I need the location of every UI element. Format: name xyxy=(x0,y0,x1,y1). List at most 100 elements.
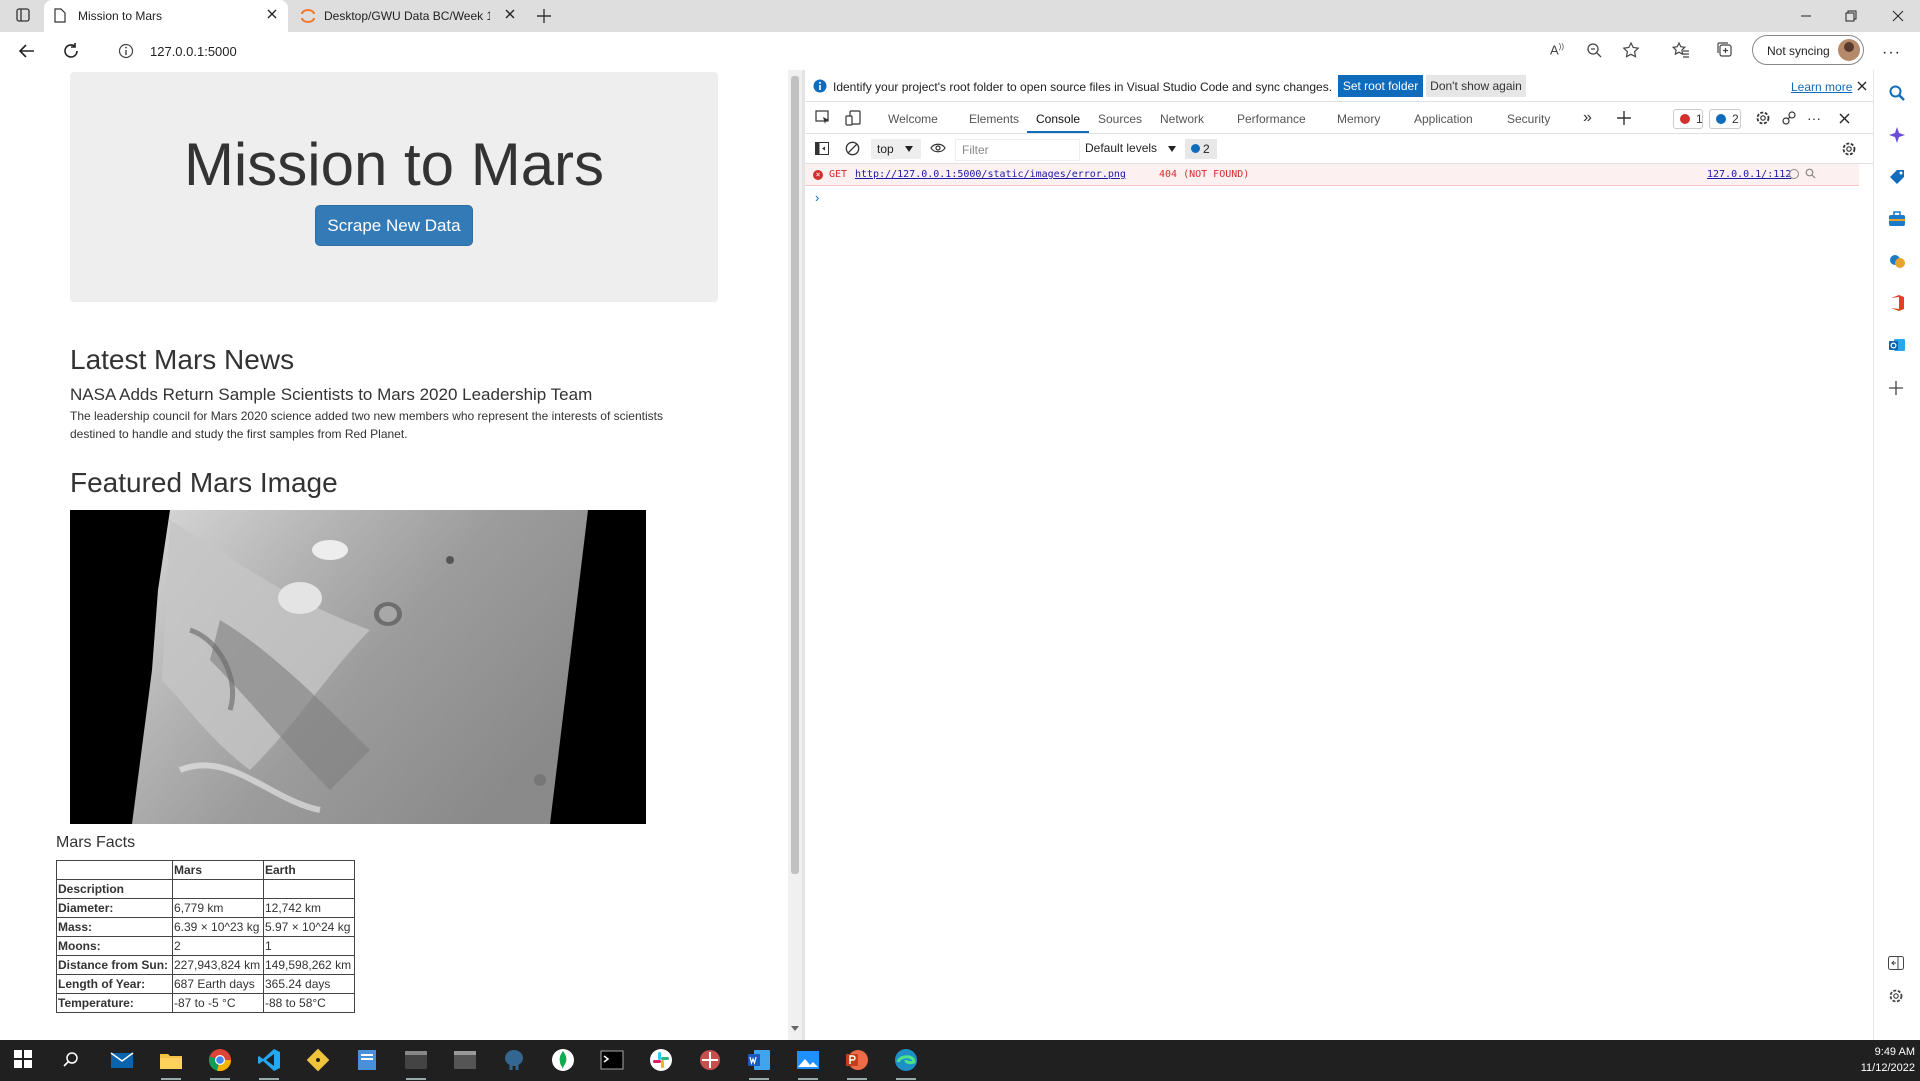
issues-button[interactable]: 2 xyxy=(1185,139,1217,159)
console-scrollbar[interactable] xyxy=(1859,164,1873,1040)
learn-more-link[interactable]: Learn more xyxy=(1791,80,1852,94)
source-location-link[interactable]: 127.0.0.1/:112 xyxy=(1707,169,1791,180)
window-icon[interactable] xyxy=(453,1048,477,1072)
context-select[interactable]: top xyxy=(871,139,921,159)
zoom-icon[interactable] xyxy=(1586,42,1602,58)
more-icon[interactable]: ··· xyxy=(1882,44,1901,62)
tab-welcome[interactable]: Welcome xyxy=(888,112,938,126)
sync-button[interactable]: Not syncing xyxy=(1752,35,1864,65)
close-infobar-icon[interactable] xyxy=(1857,81,1867,91)
tab-console[interactable]: Console xyxy=(1036,112,1080,126)
tab-performance[interactable]: Performance xyxy=(1237,112,1306,126)
close-window-icon[interactable] xyxy=(1892,10,1904,22)
photos-icon[interactable] xyxy=(796,1048,820,1080)
close-devtools-icon[interactable] xyxy=(1839,113,1850,124)
tab-memory[interactable]: Memory xyxy=(1337,112,1380,126)
add-sidebar-icon[interactable] xyxy=(1888,380,1904,396)
issue-count-badge[interactable]: 2 xyxy=(1709,109,1741,129)
tab-network[interactable]: Network xyxy=(1160,112,1204,126)
back-icon[interactable] xyxy=(18,42,36,60)
close-tab-icon[interactable] xyxy=(504,8,516,20)
postgres-icon[interactable] xyxy=(502,1048,526,1072)
info-icon[interactable] xyxy=(118,43,134,59)
terminal-icon[interactable] xyxy=(404,1048,428,1080)
git-icon[interactable] xyxy=(306,1048,330,1072)
request-url-link[interactable]: http://127.0.0.1:5000/static/images/erro… xyxy=(855,169,1126,180)
minimize-icon[interactable] xyxy=(1800,10,1812,22)
status-text: 404 (NOT FOUND) xyxy=(1159,169,1250,180)
network-request-icon[interactable] xyxy=(1789,169,1799,179)
search-icon[interactable] xyxy=(1888,84,1906,102)
office-icon[interactable] xyxy=(1888,294,1906,312)
set-root-folder-button[interactable]: Set root folder xyxy=(1338,75,1423,97)
page-scrollbar[interactable] xyxy=(788,70,802,1040)
shopping-tag-icon[interactable] xyxy=(1888,168,1906,186)
scrape-button[interactable]: Scrape New Data xyxy=(315,205,473,246)
sparkle-icon[interactable] xyxy=(1888,126,1906,144)
console-filter-input[interactable]: Filter xyxy=(955,139,1080,161)
earth-value: 149,598,262 km xyxy=(263,955,355,975)
outlook-icon[interactable] xyxy=(1888,336,1906,354)
clear-console-icon[interactable] xyxy=(845,141,860,156)
tab-application[interactable]: Application xyxy=(1414,112,1473,126)
error-count-badge[interactable]: 1 xyxy=(1673,109,1703,129)
games-icon[interactable] xyxy=(1888,252,1906,270)
more-options-icon[interactable]: ··· xyxy=(1807,110,1821,126)
close-tab-icon[interactable] xyxy=(266,8,278,20)
sidebar-settings-icon[interactable] xyxy=(1888,988,1904,1004)
slack-icon[interactable] xyxy=(649,1048,673,1072)
row-label: Mass: xyxy=(56,917,173,937)
restore-icon[interactable] xyxy=(1845,10,1857,22)
hide-sidebar-icon[interactable] xyxy=(1888,956,1904,970)
more-tabs-icon[interactable]: » xyxy=(1583,109,1592,127)
system-clock[interactable]: 9:49 AM 11/12/2022 xyxy=(1855,1044,1915,1076)
favorites-icon[interactable] xyxy=(1672,41,1690,59)
console-settings-icon[interactable] xyxy=(1841,141,1857,157)
log-levels-dropdown[interactable]: Default levels xyxy=(1085,141,1177,155)
vscode-icon[interactable] xyxy=(257,1048,281,1080)
row-label: Diameter: xyxy=(56,898,173,918)
file-explorer-icon[interactable] xyxy=(159,1048,183,1080)
tab-elements[interactable]: Elements xyxy=(969,112,1019,126)
scrollbar-thumb[interactable] xyxy=(791,76,799,874)
address-bar[interactable]: 127.0.0.1:5000 xyxy=(104,36,1564,66)
dont-show-again-button[interactable]: Don't show again xyxy=(1426,75,1526,97)
chrome-icon[interactable] xyxy=(208,1048,232,1080)
scroll-down-icon[interactable] xyxy=(791,1026,799,1031)
notepad-icon[interactable] xyxy=(355,1048,379,1072)
collections-icon[interactable] xyxy=(1716,41,1734,59)
edge-icon[interactable] xyxy=(894,1048,918,1080)
mail-icon[interactable] xyxy=(110,1048,134,1072)
read-aloud-icon[interactable]: A)) xyxy=(1550,42,1564,57)
settings-icon[interactable] xyxy=(1755,110,1771,126)
tab-strip: Mission to Mars Desktop/GWU Data BC/Week… xyxy=(0,0,1920,32)
tab-mission-to-mars[interactable]: Mission to Mars xyxy=(44,0,288,32)
device-emulation-icon[interactable] xyxy=(845,110,861,126)
new-tab-icon[interactable] xyxy=(536,8,552,24)
tools-icon[interactable] xyxy=(1888,210,1906,228)
active-tab-indicator xyxy=(1027,131,1089,133)
tab-actions-icon[interactable] xyxy=(16,8,30,22)
cmd-icon[interactable] xyxy=(600,1048,624,1072)
news-title: NASA Adds Return Sample Scientists to Ma… xyxy=(70,385,593,404)
search-icon[interactable] xyxy=(1805,168,1816,179)
console-prompt[interactable]: › xyxy=(815,190,819,205)
tab-security[interactable]: Security xyxy=(1507,112,1550,126)
tab-title: Mission to Mars xyxy=(78,9,163,23)
sidebar-toggle-icon[interactable] xyxy=(815,142,829,155)
word-icon[interactable] xyxy=(747,1048,771,1080)
connect-icon[interactable] xyxy=(1781,110,1797,126)
inspect-icon[interactable] xyxy=(815,110,831,126)
search-icon[interactable] xyxy=(62,1051,86,1075)
windows-start-icon[interactable] xyxy=(14,1050,38,1074)
tab-jupyter[interactable]: Desktop/GWU Data BC/Week 10 xyxy=(288,0,528,32)
live-expression-icon[interactable] xyxy=(930,142,946,154)
tab-sources[interactable]: Sources xyxy=(1098,112,1142,126)
mongodb-icon[interactable] xyxy=(551,1048,575,1072)
mars-value xyxy=(172,879,264,899)
refresh-icon[interactable] xyxy=(62,42,80,60)
add-tool-icon[interactable] xyxy=(1617,111,1631,125)
favorite-add-icon[interactable] xyxy=(1622,41,1640,59)
snip-tool-icon[interactable] xyxy=(698,1048,722,1072)
powerpoint-icon[interactable] xyxy=(845,1048,869,1080)
